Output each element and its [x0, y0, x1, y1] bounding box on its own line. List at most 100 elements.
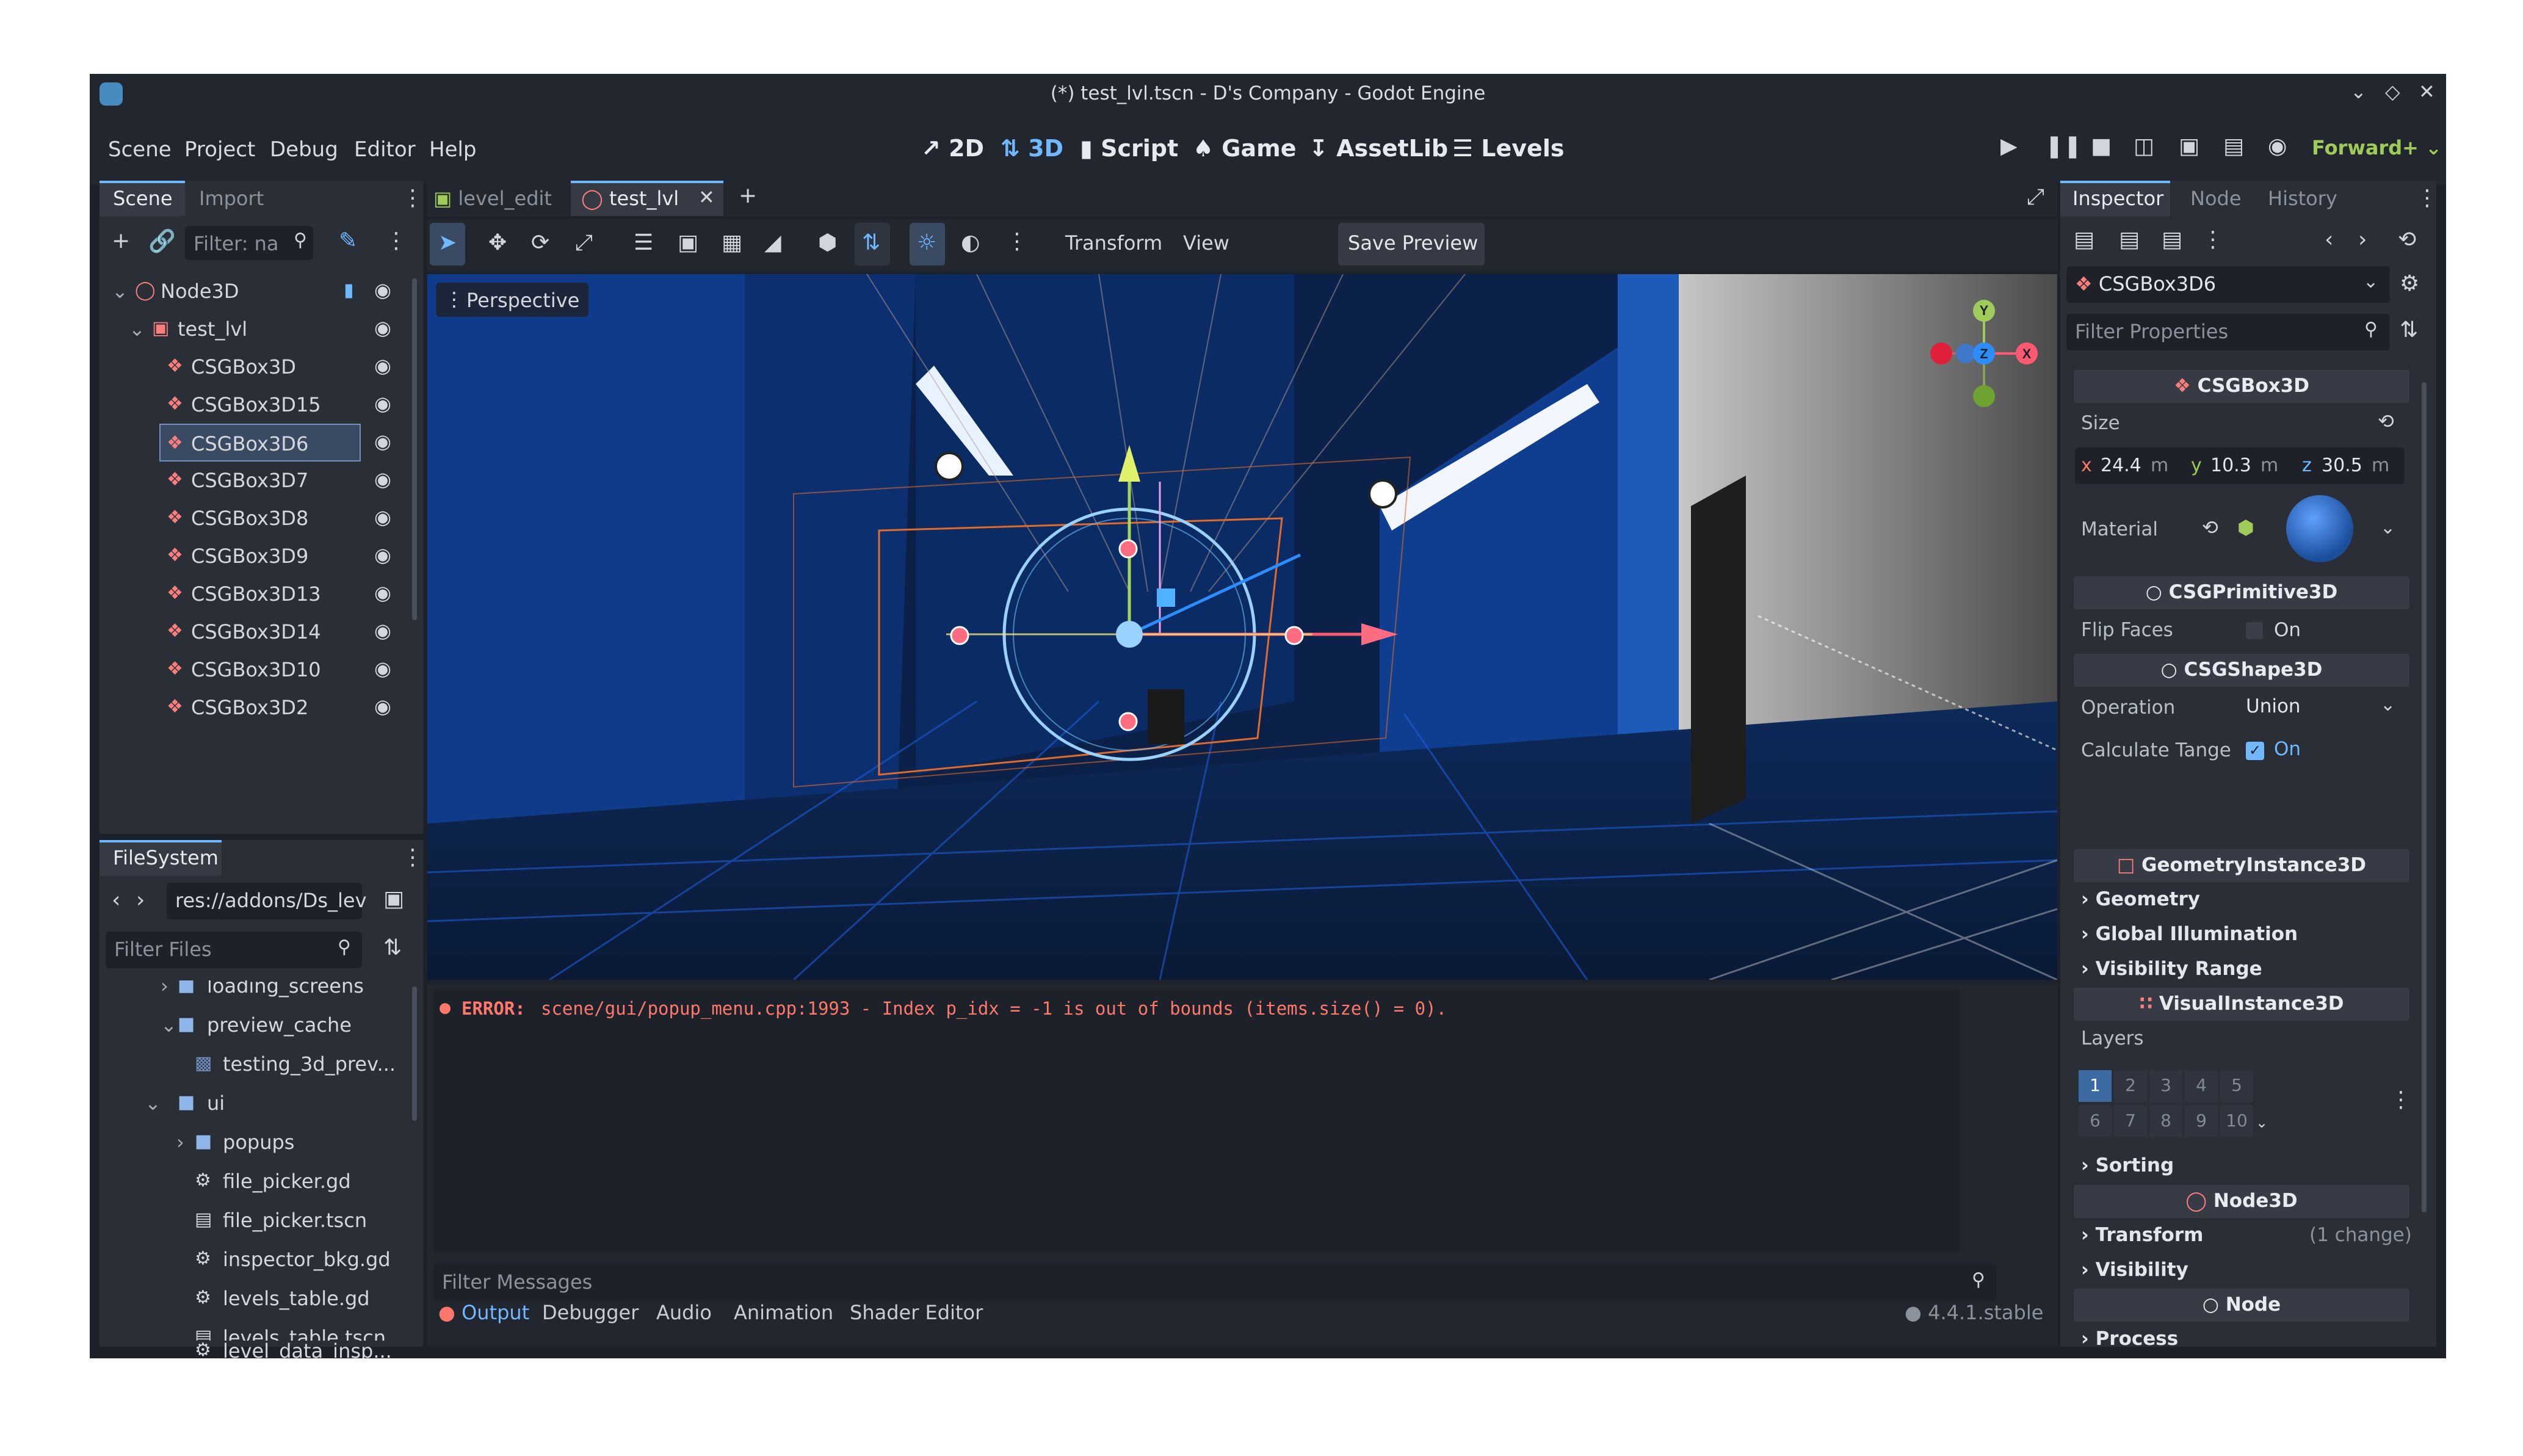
layer-8[interactable]: 8 — [2149, 1106, 2182, 1137]
visibility-eye-icon[interactable]: ◉ — [374, 468, 391, 491]
chevron-down-icon[interactable]: ⌄ — [2380, 694, 2395, 715]
calculate-tangents-checkbox[interactable]: ✓ — [2246, 742, 2264, 760]
workspace-script[interactable]: ▮ Script — [1080, 135, 1178, 162]
operation-select[interactable]: Union — [2246, 695, 2301, 717]
layer-1[interactable]: 1 — [2079, 1070, 2112, 1102]
snap-icon[interactable]: ⇅ — [862, 230, 880, 255]
visibility-eye-icon[interactable]: ◉ — [374, 581, 391, 604]
group-process[interactable]: › Process — [2081, 1328, 2178, 1350]
pause-icon[interactable]: ❚❚ — [2045, 134, 2082, 159]
menu-project[interactable]: Project — [184, 137, 255, 162]
file-row-scene[interactable]: ▤ levels_table.tscn — [100, 1319, 417, 1341]
size-z-value[interactable]: 30.5 — [2322, 455, 2362, 476]
history-forward-icon[interactable]: › — [2358, 227, 2367, 252]
save-preview-button[interactable]: Save Preview — [1338, 223, 1485, 266]
material-preview[interactable] — [2286, 495, 2353, 562]
menu-debug[interactable]: Debug — [270, 137, 338, 162]
workspace-3d[interactable]: ⇅ 3D — [1001, 135, 1063, 162]
more-options-icon[interactable]: ⋮ — [1006, 229, 1028, 254]
section-node3d[interactable]: ◯ Node3D — [2074, 1185, 2409, 1218]
section-geometryinstance3d[interactable]: □ GeometryInstance3D — [2074, 849, 2409, 882]
collapse-arrow-icon[interactable]: › — [176, 1131, 184, 1154]
expand-arrow-icon[interactable]: ⌄ — [112, 280, 128, 303]
section-node[interactable]: ○ Node — [2074, 1289, 2409, 1322]
inspector-scrollbar[interactable] — [2422, 382, 2427, 1212]
menu-editor[interactable]: Editor — [354, 137, 416, 162]
tab-history[interactable]: History — [2268, 187, 2337, 210]
workspace-game[interactable]: ♠ Game — [1193, 135, 1297, 162]
tree-node-selected[interactable]: ❖ CSGBox3D6 — [159, 424, 361, 462]
size-y-value[interactable]: 10.3 — [2210, 455, 2251, 476]
visibility-eye-icon[interactable]: ◉ — [374, 619, 391, 642]
visibility-eye-icon[interactable]: ◉ — [374, 278, 391, 302]
tree-node-test-lvl[interactable]: ⌄ ▣ test_lvl ◉ — [106, 310, 423, 348]
scene-options-icon[interactable]: ⋮ — [385, 228, 407, 253]
attach-script-icon[interactable]: ✎ — [339, 228, 357, 253]
tab-audio[interactable]: Audio — [656, 1301, 712, 1324]
group-sorting[interactable]: › Sorting — [2081, 1154, 2174, 1176]
ruler-icon[interactable]: ◢ — [764, 230, 781, 255]
tab-inspector[interactable]: Inspector — [2072, 187, 2163, 210]
dock-menu-icon[interactable]: ⋮ — [2416, 186, 2438, 211]
visibility-eye-icon[interactable]: ◉ — [374, 505, 391, 529]
layer-4[interactable]: 4 — [2185, 1070, 2218, 1102]
visibility-eye-icon[interactable]: ◉ — [374, 695, 391, 718]
menu-help[interactable]: Help — [429, 137, 477, 162]
gizmo-neg-y-icon[interactable] — [1973, 385, 1995, 407]
remote-debug-icon[interactable]: ◫ — [2134, 134, 2154, 159]
section-csgshape3d[interactable]: ○ CSGShape3D — [2074, 654, 2409, 687]
save-resource-icon[interactable]: ▤ — [2162, 227, 2182, 252]
file-row-script[interactable]: ⚙ file_picker.gd — [100, 1162, 417, 1201]
local-space-icon[interactable]: ⬢ — [818, 230, 837, 255]
movie-maker-icon[interactable]: ◉ — [2268, 134, 2287, 159]
filter-files-input[interactable]: Filter Files — [106, 932, 362, 968]
menu-scene[interactable]: Scene — [108, 137, 172, 162]
resource-options-icon[interactable]: ⋮ — [2202, 227, 2224, 252]
file-row-scene[interactable]: ▤ file_picker.tscn — [100, 1201, 417, 1240]
layers-options-icon[interactable]: ⋮ — [2390, 1087, 2412, 1112]
tab-shader-editor[interactable]: Shader Editor — [850, 1301, 983, 1324]
section-visualinstance3d[interactable]: ∷ VisualInstance3D — [2074, 988, 2409, 1021]
renderer-selector[interactable]: Forward+ ⌄ — [2312, 136, 2442, 159]
tree-node-csgbox[interactable]: ❖ CSGBox3D14 ◉ — [106, 613, 423, 651]
layer-9[interactable]: 9 — [2185, 1106, 2218, 1137]
tree-node-csgbox[interactable]: ❖ CSGBox3D10 ◉ — [106, 651, 423, 689]
environment-preview-icon[interactable]: ◐ — [961, 230, 980, 255]
file-row-folder[interactable]: › ■ loading_screens — [100, 980, 417, 1006]
layers-expand-icon[interactable]: ⌄ — [2256, 1114, 2268, 1131]
group-icon[interactable]: ▦ — [722, 230, 742, 255]
file-row-folder[interactable]: › ■ popups — [100, 1123, 417, 1162]
tab-test-lvl[interactable]: ◯ test_lvl — [581, 187, 679, 210]
chevron-down-icon[interactable]: ⌄ — [2380, 517, 2395, 538]
play-custom-icon[interactable]: ▤ — [2223, 134, 2244, 159]
add-node-icon[interactable]: + — [112, 228, 130, 253]
workspace-levels[interactable]: ☰ Levels — [1452, 135, 1564, 162]
close-tab-icon[interactable]: ✕ — [698, 186, 715, 209]
visibility-eye-icon[interactable]: ◉ — [374, 430, 391, 453]
tab-scene[interactable]: Scene — [113, 187, 173, 210]
size-x-value[interactable]: 24.4 — [2101, 455, 2141, 476]
collapse-arrow-icon[interactable]: › — [161, 980, 168, 998]
select-mode-icon[interactable]: ➤ — [438, 230, 457, 255]
section-csgbox3d[interactable]: ❖ CSGBox3D — [2074, 370, 2409, 403]
lock-icon[interactable]: ▣ — [678, 230, 698, 255]
tree-node-csgbox[interactable]: ❖ CSGBox3D9 ◉ — [106, 537, 423, 575]
tree-node-csgbox[interactable]: ❖ CSGBox3D13 ◉ — [106, 575, 423, 613]
list-mode-icon[interactable]: ☰ — [634, 230, 653, 255]
view-menu[interactable]: View — [1183, 231, 1229, 255]
workspace-assetlib[interactable]: ↧ AssetLib — [1309, 135, 1448, 162]
reset-icon[interactable]: ⟲ — [2202, 516, 2218, 539]
filter-properties-input[interactable]: Filter Properties — [2066, 314, 2390, 350]
new-resource-icon[interactable]: ▤ — [2074, 227, 2094, 252]
file-tree-scrollbar[interactable] — [412, 987, 417, 1121]
file-row-image[interactable]: ▩ testing_3d_prev... — [100, 1045, 417, 1084]
property-options-icon[interactable]: ⇅ — [2400, 317, 2418, 342]
script-attached-icon[interactable]: ▮ — [344, 280, 354, 301]
visibility-eye-icon[interactable]: ◉ — [374, 543, 391, 567]
layer-2[interactable]: 2 — [2114, 1070, 2147, 1102]
tree-node-root[interactable]: ⌄ ◯ Node3D ▮ ◉ — [106, 272, 423, 310]
layer-10[interactable]: 10 — [2220, 1106, 2253, 1137]
filter-messages-input[interactable]: Filter Messages — [433, 1264, 1996, 1301]
visibility-eye-icon[interactable]: ◉ — [374, 316, 391, 339]
tab-import[interactable]: Import — [199, 187, 264, 210]
